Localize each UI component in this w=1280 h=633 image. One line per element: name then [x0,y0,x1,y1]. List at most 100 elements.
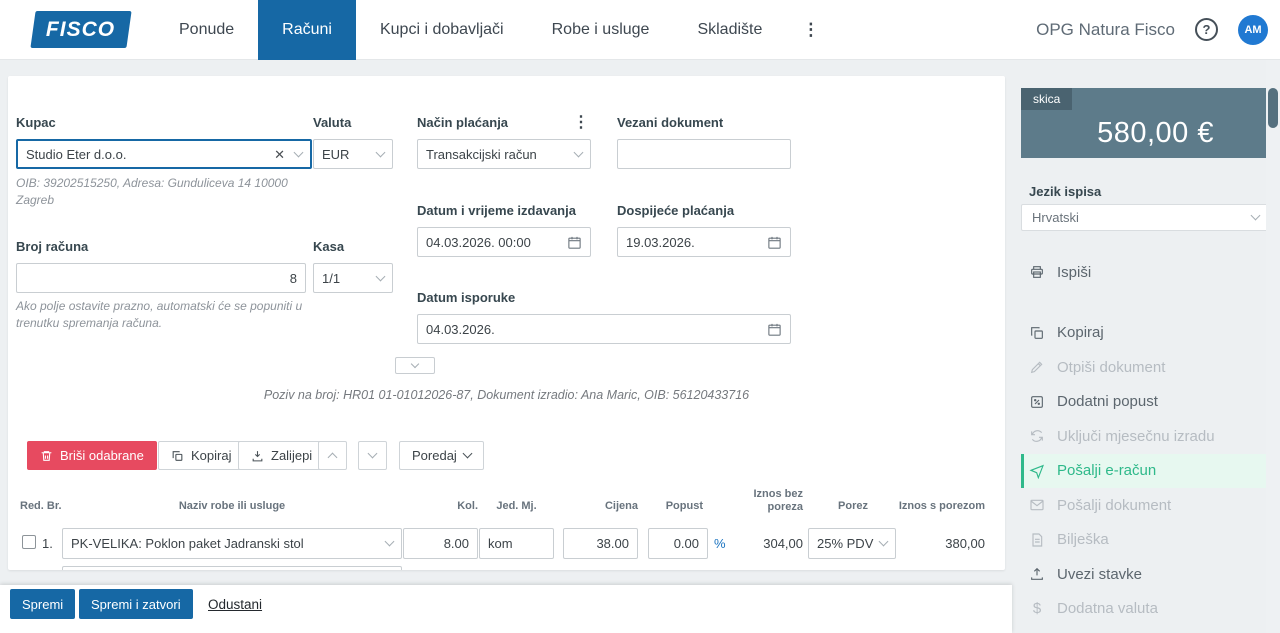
tax-value: 25% PDV [817,536,873,551]
delete-selected-label: Briši odabrane [60,448,144,463]
poziv-na-broj-note: Poziv na broj: HR01 01-01012026-87, Doku… [8,388,1005,402]
move-row-up-button[interactable] [318,441,347,470]
app-logo[interactable]: FISCO [30,11,131,48]
cancel-link[interactable]: Odustani [208,597,262,612]
sidebar-action-label: Pošalji dokument [1057,497,1171,514]
dospijece-input[interactable]: 19.03.2026. [617,227,791,257]
app-logo-text: FISCO [46,18,115,42]
chevron-down-icon [879,537,889,547]
header-kol: Kol. [418,500,478,513]
header-naziv: Naziv robe ili usluge [62,500,402,513]
row-checkbox[interactable] [22,535,36,549]
chevron-down-icon [574,147,584,157]
nav-more-icon[interactable]: ⋮ [786,0,835,60]
vezani-dokument-input[interactable] [617,139,791,169]
topbar: FISCO Ponude Računi Kupci i dobavljači R… [0,0,1280,60]
dospijece-label: Dospijeće plaćanja [617,203,734,218]
item-name-select-partial[interactable] [62,566,402,570]
datum-izdavanja-label: Datum i vrijeme izdavanja [417,203,576,218]
delete-selected-button[interactable]: Briši odabrane [27,441,157,470]
expand-details-button[interactable] [395,357,435,374]
valuta-label: Valuta [313,115,351,130]
calendar-icon[interactable] [767,235,782,250]
row-number: 1. [42,536,53,551]
nacin-placanja-select[interactable]: Transakcijski račun [417,139,591,169]
sidebar-action-mjesecna-izrada[interactable]: Uključi mjesečnu izradu [1021,419,1270,454]
sidebar-actions: Ispiši Kopiraj Otpiši dokument Dodatni p… [1021,255,1270,626]
qty-input[interactable] [403,528,478,559]
tax-select[interactable]: 25% PDV [808,528,896,559]
calendar-icon[interactable] [567,235,582,250]
trash-icon [40,449,53,463]
language-value: Hrvatski [1032,210,1079,225]
help-icon[interactable]: ? [1195,18,1218,41]
sidebar-action-dodatni-popust[interactable]: Dodatni popust [1021,385,1270,420]
item-name-select[interactable]: PK-VELIKA: Poklon paket Jadranski stol [62,528,402,559]
sort-button[interactable]: Poredaj [399,441,484,470]
scrollbar-thumb[interactable] [1268,88,1278,128]
sidebar-action-label: Kopiraj [1057,324,1104,341]
datum-isporuke-input[interactable]: 04.03.2026. [417,314,791,344]
save-and-close-button[interactable]: Spremi i zatvori [79,589,193,619]
sidebar-action-label: Bilješka [1057,531,1109,548]
sidebar-action-ispisi[interactable]: Ispiši [1021,255,1270,290]
valuta-select[interactable]: EUR [313,139,393,169]
sidebar-action-label: Uvezi stavke [1057,566,1142,583]
broj-racuna-input[interactable] [16,263,306,293]
datum-izdavanja-input[interactable]: 04.03.2026. 00:00 [417,227,591,257]
dospijece-value: 19.03.2026. [626,235,761,250]
nav-skladiste[interactable]: Skladište [673,0,786,60]
page-scrollbar[interactable] [1266,60,1280,633]
kebab-icon: ⋮ [802,20,819,40]
paste-rows-button[interactable]: Zalijepi [238,441,325,470]
sidebar-action-biljeska[interactable]: Bilješka [1021,523,1270,558]
chevron-down-icon [1251,211,1261,221]
nav-label: Ponude [179,21,234,39]
kasa-select[interactable]: 1/1 [313,263,393,293]
sidebar-action-kopiraj[interactable]: Kopiraj [1021,316,1270,351]
sidebar-action-dodatna-valuta[interactable]: $ Dodatna valuta [1021,592,1270,627]
nav-label: Računi [282,21,332,39]
calendar-icon[interactable] [767,322,782,337]
send-e-invoice-icon [1029,463,1045,479]
unit-input[interactable] [479,528,554,559]
main-nav: Ponude Računi Kupci i dobavljači Robe i … [155,0,835,60]
datum-isporuke-value: 04.03.2026. [426,322,761,337]
kupac-value: Studio Eter d.o.o. [26,147,274,162]
paste-icon [251,449,264,463]
status-badge: skica [1021,88,1072,110]
language-select[interactable]: Hrvatski [1021,204,1270,231]
sidebar-action-uvezi-stavke[interactable]: Uvezi stavke [1021,557,1270,592]
nav-racuni[interactable]: Računi [258,0,356,60]
nav-ponude[interactable]: Ponude [155,0,258,60]
clear-icon[interactable]: ✕ [274,148,285,161]
refresh-icon [1029,428,1045,444]
kupac-input[interactable]: Studio Eter d.o.o. ✕ [16,139,312,169]
header-iznos-bez-poreza: Iznos bez poreza [743,488,803,514]
discount-icon [1029,394,1045,410]
price-input[interactable] [563,528,638,559]
nav-kupci-i-dobavljaci[interactable]: Kupci i dobavljači [356,0,528,60]
nav-label: Kupci i dobavljači [380,21,504,39]
nacin-placanja-label: Način plaćanja [417,115,508,130]
header-cijena: Cijena [578,500,638,513]
gross-amount: 380,00 [905,536,985,551]
chevron-down-icon [462,449,472,459]
discount-input[interactable] [648,528,708,559]
kasa-value: 1/1 [322,271,340,286]
avatar[interactable]: AM [1238,15,1268,45]
sidebar-action-label: Pošalji e-račun [1057,462,1156,479]
kasa-label: Kasa [313,239,344,254]
app-root: FISCO Ponude Računi Kupci i dobavljači R… [0,0,1280,633]
header-jed-mj: Jed. Mj. [479,500,554,513]
header-porez: Porez [798,500,868,513]
nav-robe-i-usluge[interactable]: Robe i usluge [528,0,674,60]
move-row-down-button[interactable] [358,441,387,470]
save-button[interactable]: Spremi [10,589,75,619]
sidebar-action-posalji-e-racun[interactable]: Pošalji e-račun [1021,454,1270,489]
copy-rows-button[interactable]: Kopiraj [158,441,244,470]
sidebar-action-otpisi-dokument[interactable]: Otpiši dokument [1021,350,1270,385]
sidebar-action-posalji-dokument[interactable]: Pošalji dokument [1021,488,1270,523]
chevron-down-icon[interactable] [294,147,304,157]
nacin-placanja-menu-icon[interactable]: ⋮ [573,112,589,132]
